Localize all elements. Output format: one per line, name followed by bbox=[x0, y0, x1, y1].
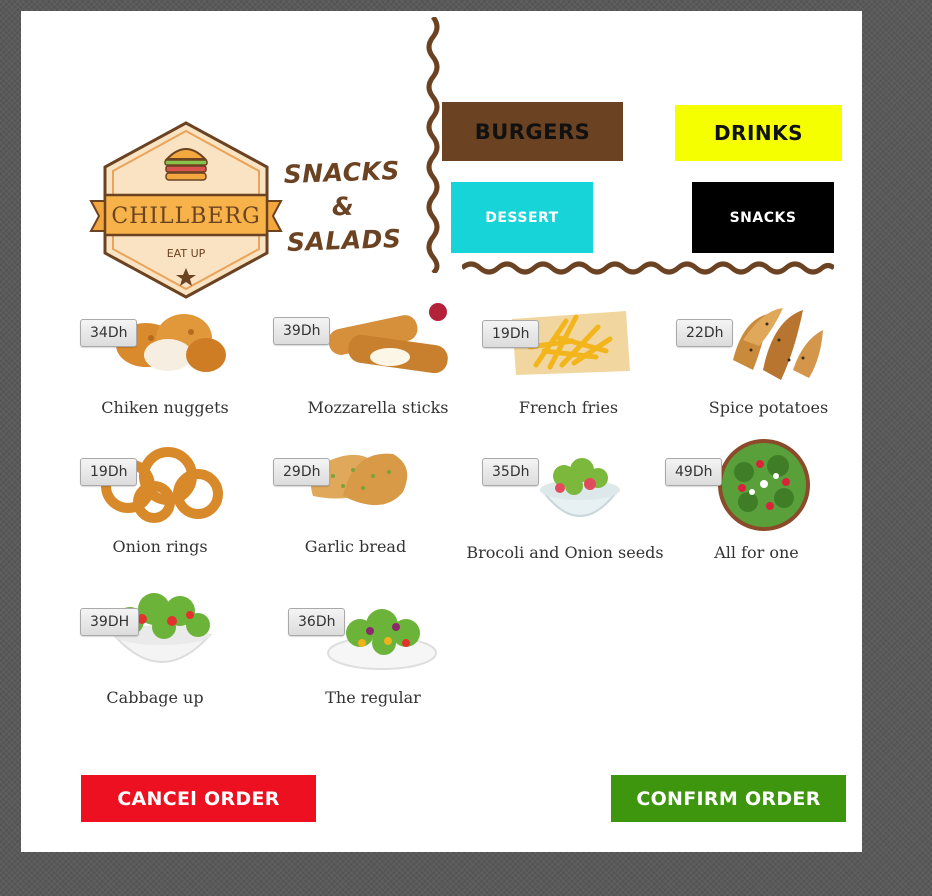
category-burgers-button[interactable]: BURGERS bbox=[442, 102, 623, 161]
category-dessert-button[interactable]: DESSERT bbox=[451, 182, 593, 253]
category-snacks-button[interactable]: SNACKS bbox=[692, 182, 834, 253]
price-tag[interactable]: 36Dh bbox=[288, 608, 346, 636]
wavy-divider-vertical bbox=[426, 17, 440, 273]
item-name: Garlic bread bbox=[304, 537, 407, 556]
item-name: Spice potatoes bbox=[708, 398, 829, 417]
price-tag[interactable]: 39DH bbox=[80, 608, 140, 636]
price-tag[interactable]: 19Dh bbox=[80, 458, 138, 486]
section-title: SNACKS & SALADS bbox=[281, 154, 404, 260]
menu-item[interactable]: 49Dh All for one bbox=[664, 436, 849, 576]
price-tag[interactable]: 39Dh bbox=[273, 317, 331, 345]
item-name: The regular bbox=[325, 688, 421, 707]
price-tag[interactable]: 19Dh bbox=[482, 320, 540, 348]
mozzarella-image bbox=[328, 303, 448, 374]
menu-item[interactable]: 29Dh Garlic bread bbox=[273, 436, 438, 566]
menu-item[interactable]: 36Dh The regular bbox=[288, 585, 458, 715]
cancel-order-button[interactable]: CANCEl ORDER bbox=[81, 775, 316, 822]
menu-item[interactable]: 34Dh Chiken nuggets bbox=[80, 297, 250, 427]
item-name: Cabbage up bbox=[106, 688, 204, 707]
menu-item[interactable]: 39DH Cabbage up bbox=[80, 585, 230, 715]
chillberg-logo: CHILLBERG EAT UP bbox=[89, 121, 283, 299]
category-drinks-button[interactable]: DRINKS bbox=[675, 105, 842, 161]
confirm-order-button[interactable]: CONFIRM ORDER bbox=[611, 775, 846, 822]
item-name: Chiken nuggets bbox=[101, 398, 229, 417]
potatoes-image bbox=[733, 308, 823, 380]
menu-item[interactable]: 35Dh Brocoli and Onion seeds bbox=[465, 436, 665, 576]
item-name: Brocoli and Onion seeds bbox=[466, 543, 664, 562]
price-tag[interactable]: 49Dh bbox=[665, 458, 723, 486]
item-name: Mozzarella sticks bbox=[307, 398, 449, 417]
price-tag[interactable]: 35Dh bbox=[482, 458, 540, 486]
price-tag[interactable]: 22Dh bbox=[676, 319, 734, 347]
all-for-one-salad-image bbox=[718, 439, 810, 531]
menu-item[interactable]: 19Dh French fries bbox=[481, 297, 656, 427]
svg-text:CHILLBERG: CHILLBERG bbox=[111, 204, 260, 229]
section-title-line2: SALADS bbox=[286, 223, 402, 257]
item-name: All for one bbox=[714, 543, 799, 562]
menu-item[interactable]: 19Dh Onion rings bbox=[80, 436, 240, 566]
price-tag[interactable]: 29Dh bbox=[273, 458, 331, 486]
item-name: Onion rings bbox=[112, 537, 208, 556]
menu-item[interactable]: 22Dh Spice potatoes bbox=[676, 297, 861, 427]
menu-item[interactable]: 39Dh Mozzarella sticks bbox=[273, 297, 473, 427]
wavy-divider-horizontal bbox=[462, 261, 834, 275]
item-name: French fries bbox=[518, 398, 619, 417]
section-title-line1: SNACKS & bbox=[283, 156, 401, 222]
price-tag[interactable]: 34Dh bbox=[80, 319, 138, 347]
order-window: CHILLBERG EAT UP SNACKS & SALADS BURGERS… bbox=[21, 11, 862, 852]
svg-text:EAT UP: EAT UP bbox=[167, 247, 206, 260]
brocoli-salad-image bbox=[540, 458, 620, 517]
